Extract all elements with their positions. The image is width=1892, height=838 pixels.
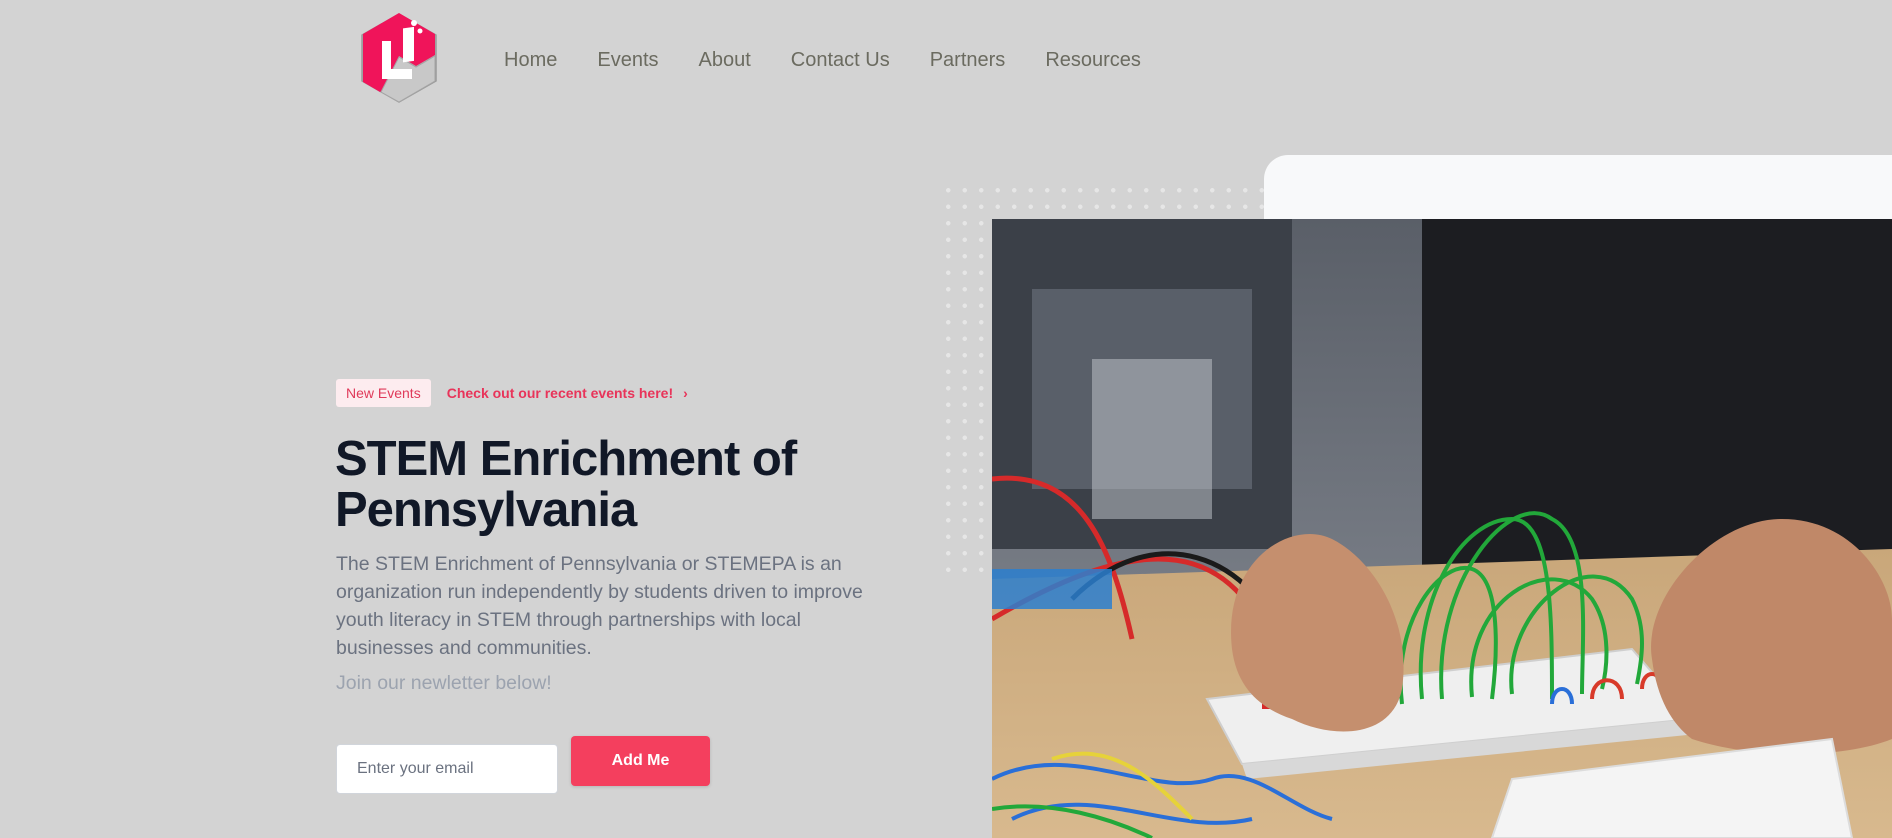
newsletter-prompt: Join our newletter below! (336, 672, 552, 694)
hero-photo-illustration (992, 219, 1892, 838)
events-announcement[interactable]: New Events Check out our recent events h… (336, 379, 688, 407)
nav-home[interactable]: Home (504, 47, 557, 73)
nav-contact-us[interactable]: Contact Us (791, 47, 890, 73)
site-logo[interactable] (356, 11, 442, 106)
add-me-button[interactable]: Add Me (571, 736, 710, 786)
nav-events[interactable]: Events (597, 47, 658, 73)
hero-photo (992, 219, 1892, 838)
nav-partners[interactable]: Partners (930, 47, 1006, 73)
nav-about[interactable]: About (699, 47, 751, 73)
new-events-badge: New Events (336, 379, 431, 407)
recent-events-link[interactable]: Check out our recent events here! (447, 384, 673, 402)
nav-resources[interactable]: Resources (1045, 47, 1141, 73)
main-nav: Home Events About Contact Us Partners Re… (504, 47, 1141, 73)
hero-description: The STEM Enrichment of Pennsylvania or S… (336, 553, 863, 659)
chevron-right-icon: › (683, 385, 688, 401)
page-title: STEM Enrichment of Pennsylvania (335, 432, 797, 537)
email-input[interactable] (336, 744, 558, 794)
